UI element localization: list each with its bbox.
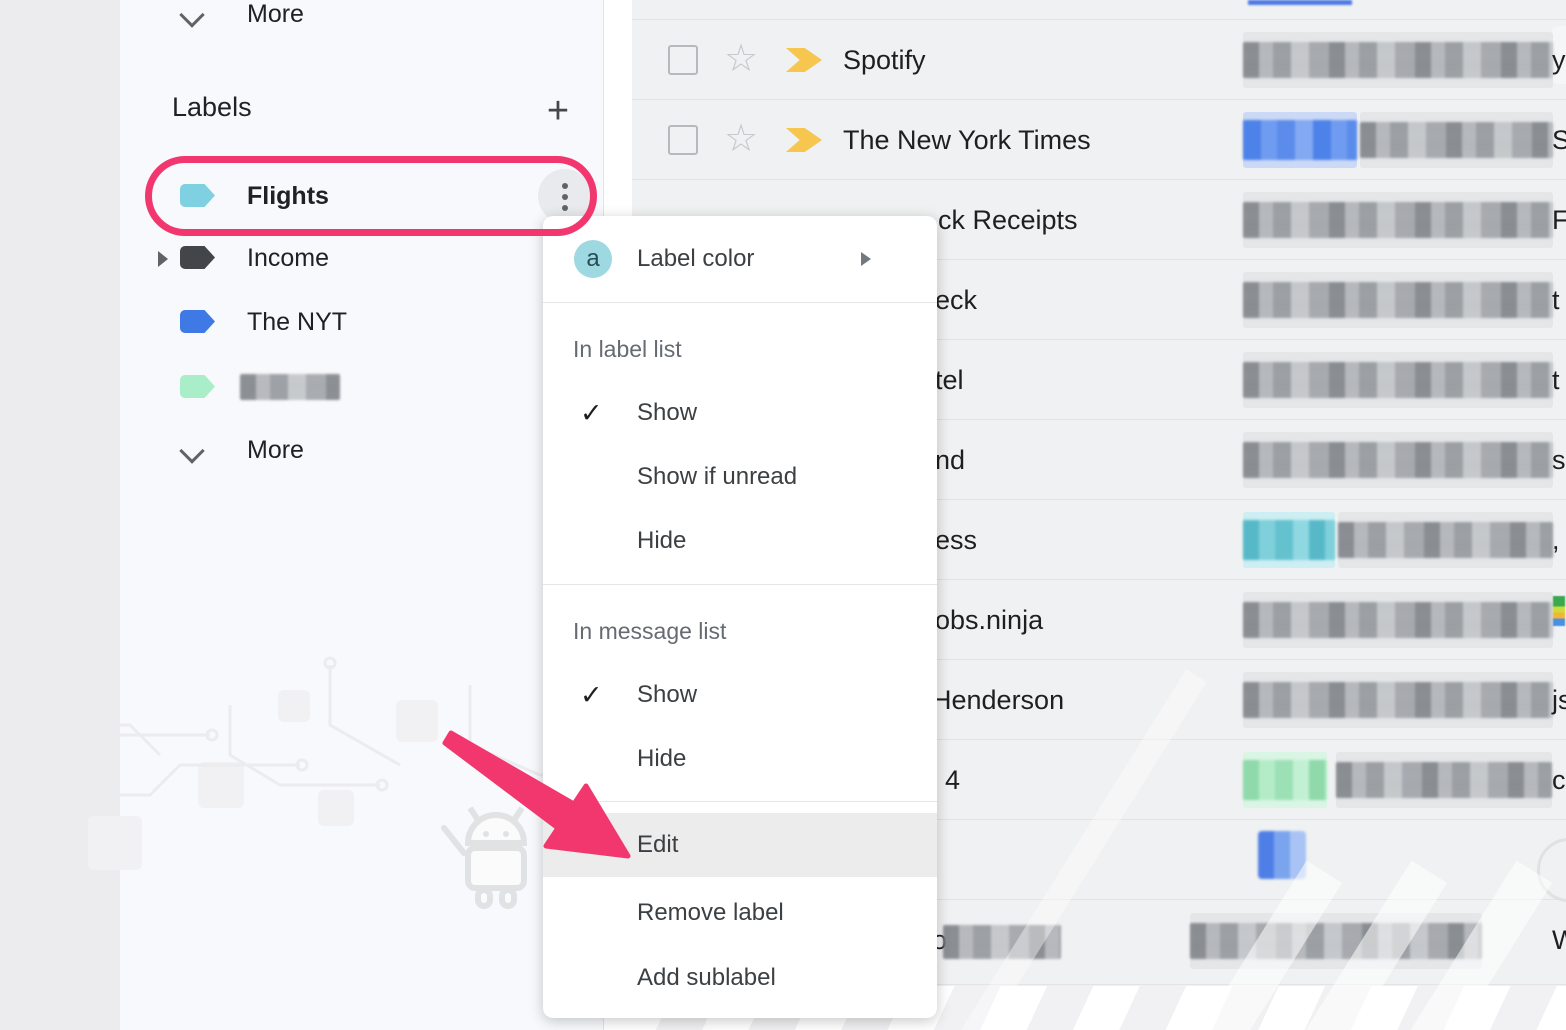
chevron-down-icon	[179, 438, 204, 463]
sender-name-fragment: eck	[935, 260, 977, 340]
labels-section-title: Labels	[172, 92, 252, 123]
subject-fragment: c	[1552, 740, 1566, 820]
menu-item-label: Label color	[637, 216, 754, 302]
subject-fragment: s	[1552, 420, 1566, 500]
menu-item-label-color[interactable]: a Label color	[543, 216, 937, 302]
menu-divider	[543, 801, 937, 802]
menu-item-label: Show	[637, 663, 697, 727]
redacted-subject	[1243, 32, 1553, 88]
menu-item-hide-message-list[interactable]: Hide	[543, 727, 937, 791]
page-background-strip	[0, 0, 120, 1030]
redacted-subject	[1243, 592, 1553, 648]
sidebar-more-label: More	[247, 418, 304, 482]
menu-item-remove-label[interactable]: Remove label	[543, 881, 937, 945]
menu-section-in-message-list: In message list	[573, 608, 726, 654]
label-options-menu: a Label color In label list ✓ Show Show …	[543, 216, 937, 1018]
checkmark-icon: ✓	[580, 381, 603, 445]
gmail-screenshot: More Labels + Flights Income The NYT	[0, 0, 1566, 1030]
menu-divider	[543, 584, 937, 585]
redacted-teal-chip	[1243, 512, 1335, 568]
menu-item-show-message-list[interactable]: ✓ Show	[543, 663, 937, 727]
menu-item-hide-label-list[interactable]: Hide	[543, 509, 937, 573]
subject-fragment: W	[1552, 900, 1566, 980]
label-tag-icon	[180, 375, 215, 398]
checkmark-icon: ✓	[580, 663, 603, 727]
menu-item-label: Edit	[637, 813, 678, 877]
annotation-oval-flights	[145, 156, 597, 236]
select-checkbox[interactable]	[668, 45, 698, 75]
importance-marker-icon[interactable]	[786, 48, 822, 72]
sidebar-item-more-top[interactable]: More	[120, 0, 603, 46]
subject-fragment: F	[1552, 180, 1566, 260]
sidebar-item-more-bottom[interactable]: More	[120, 418, 603, 482]
menu-item-label: Hide	[637, 509, 686, 573]
redacted-subject	[1190, 913, 1482, 969]
sender-name-fragment: obs.ninja	[935, 580, 1043, 660]
account-avatar: a	[574, 240, 612, 278]
menu-item-label: Show	[637, 381, 697, 445]
redacted-subject	[1243, 192, 1553, 248]
subject-fragment: S	[1552, 100, 1566, 180]
menu-item-label: Remove label	[637, 881, 784, 945]
redacted-blue-chip	[1243, 112, 1357, 168]
subject-fragment: ,	[1552, 500, 1560, 580]
sidebar-label-redacted[interactable]	[120, 355, 603, 419]
expand-sublabels-icon[interactable]	[158, 251, 168, 267]
label-tag-icon	[180, 310, 215, 333]
label-tag-icon	[180, 246, 215, 269]
redacted-subject	[1360, 112, 1553, 168]
redacted-subject	[1243, 272, 1553, 328]
email-row[interactable]: ☆ Spotify y	[632, 20, 1566, 100]
sender-name-fragment: ck Receipts	[938, 180, 1078, 260]
submenu-arrow-icon	[861, 252, 871, 266]
subject-fragment: y	[1552, 20, 1566, 100]
emoji-favicon-fragment	[1553, 596, 1565, 626]
sender-name: The New York Times	[843, 100, 1091, 180]
redacted-subject	[1243, 352, 1553, 408]
redacted-subject	[1338, 512, 1553, 568]
redacted-subject	[1336, 752, 1552, 808]
sidebar-more-label: More	[247, 0, 304, 46]
menu-section-in-label-list: In label list	[573, 326, 682, 372]
sender-name-fragment: nd	[935, 420, 965, 500]
importance-marker-icon[interactable]	[786, 128, 822, 152]
sidebar-label-the-nyt[interactable]: The NYT	[120, 290, 603, 354]
menu-item-show-if-unread[interactable]: Show if unread	[543, 445, 937, 509]
sender-name: Spotify	[843, 20, 926, 100]
subject-fragment: t	[1552, 260, 1560, 340]
email-row[interactable]: ☆ The New York Times S	[632, 100, 1566, 180]
gmail-sidebar: More Labels + Flights Income The NYT	[120, 0, 604, 1030]
thread-count: 4	[945, 740, 960, 820]
menu-divider	[543, 302, 937, 303]
sender-name-fragment: tel	[935, 340, 964, 420]
subject-fragment: js	[1552, 660, 1566, 740]
chevron-down-icon	[179, 2, 204, 27]
star-icon[interactable]: ☆	[724, 20, 758, 98]
select-checkbox[interactable]	[668, 125, 698, 155]
redacted-subject	[1243, 432, 1553, 488]
menu-item-label: Hide	[637, 727, 686, 791]
redacted-mint-chip	[1243, 752, 1327, 808]
menu-item-add-sublabel[interactable]: Add sublabel	[543, 946, 937, 1010]
create-label-button[interactable]: +	[538, 92, 578, 132]
menu-item-edit[interactable]: Edit	[543, 813, 937, 877]
sender-name-fragment: ess	[935, 500, 977, 580]
redacted-subject	[1243, 672, 1553, 728]
menu-item-label: Add sublabel	[637, 946, 776, 1010]
menu-item-show-label-list[interactable]: ✓ Show	[543, 381, 937, 445]
sender-name-fragment: Henderson	[932, 660, 1064, 740]
label-name: The NYT	[247, 290, 347, 354]
email-row-partial[interactable]	[632, 0, 1566, 20]
menu-item-label: Show if unread	[637, 445, 797, 509]
subject-fragment: t	[1552, 340, 1560, 420]
redacted-label-name	[240, 374, 340, 400]
star-icon[interactable]: ☆	[724, 100, 758, 178]
